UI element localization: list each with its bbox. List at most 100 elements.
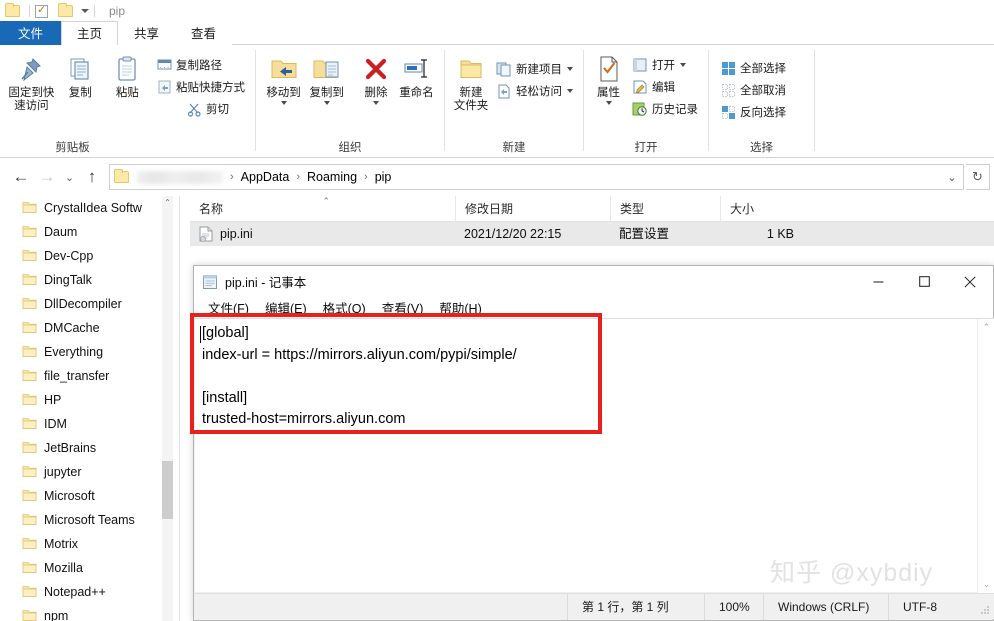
edit-button[interactable]: 编辑 — [627, 76, 702, 98]
sidebar-item[interactable]: Microsoft Teams — [0, 508, 180, 532]
notepad-menu-item[interactable]: 编辑(E) — [257, 298, 315, 317]
file-modified-cell: 2021/12/20 22:15 — [464, 227, 562, 241]
svg-text:...: ... — [159, 63, 170, 70]
properties-check-icon[interactable] — [35, 3, 51, 19]
invert-selection-button[interactable]: 反向选择 — [715, 101, 790, 123]
open-caret-icon[interactable] — [680, 63, 686, 67]
notepad-menu-item[interactable]: 查看(V) — [374, 298, 432, 317]
select-none-button[interactable]: 全部取消 — [715, 79, 790, 101]
properties-button[interactable]: 属性 — [590, 49, 627, 105]
paste-shortcut-button[interactable]: 粘贴快捷方式 — [151, 76, 249, 98]
status-line-ending: Windows (CRLF) — [763, 593, 888, 620]
scroll-up-icon[interactable]: ⌃ — [162, 196, 173, 210]
minimize-button[interactable] — [855, 266, 901, 297]
tab-view[interactable]: 查看 — [175, 21, 232, 45]
notepad-title-bar[interactable]: pip.ini - 记事本 — [194, 266, 993, 297]
open-button[interactable]: 打开 — [627, 54, 702, 76]
folder-icon — [22, 248, 37, 265]
up-arrow-icon[interactable]: ↑ — [79, 164, 105, 190]
breadcrumb-pip[interactable]: pip — [373, 170, 394, 184]
new-folder-icon — [458, 53, 484, 85]
tab-file[interactable]: 文件 — [0, 21, 62, 45]
sidebar-item[interactable]: Everything — [0, 340, 180, 364]
address-dropdown-icon[interactable]: ⌄ — [941, 171, 963, 184]
properties-caret-icon[interactable] — [605, 101, 612, 105]
column-header-name[interactable]: 名称 ⌃ — [190, 196, 455, 222]
copy-path-button[interactable]: ... 复制路径 — [151, 54, 249, 76]
customize-caret-icon[interactable] — [81, 9, 89, 13]
scroll-down-icon[interactable]: ⌄ — [978, 576, 994, 593]
move-to-button[interactable]: 移动到 — [262, 49, 305, 105]
tab-home[interactable]: 主页 — [61, 21, 119, 45]
column-header-size[interactable]: 大小 — [720, 195, 808, 222]
sidebar-item[interactable]: IDM — [0, 412, 180, 436]
recent-locations-caret-icon[interactable]: ⌄ — [60, 164, 79, 190]
paste-shortcut-label: 粘贴快捷方式 — [176, 82, 245, 94]
notepad-text-area-wrapper[interactable]: [global] index-url = https://mirrors.ali… — [195, 318, 994, 593]
sidebar-item[interactable]: JetBrains — [0, 436, 180, 460]
copy-to-icon — [312, 53, 342, 85]
breadcrumb-roaming[interactable]: Roaming — [305, 170, 359, 184]
delete-caret-icon[interactable] — [373, 101, 379, 105]
sidebar-item-label: IDM — [44, 417, 67, 431]
notepad-menu-item[interactable]: 帮助(H) — [431, 298, 489, 317]
copy-to-caret-icon[interactable] — [323, 101, 330, 105]
navigation-scrollbar-thumb[interactable] — [162, 461, 173, 519]
sidebar-item[interactable]: DMCache — [0, 316, 180, 340]
back-arrow-icon[interactable]: ← — [8, 164, 34, 190]
sidebar-item[interactable]: Motrix — [0, 532, 180, 556]
sidebar-item[interactable]: CrystalIdea Softw — [0, 196, 180, 220]
sidebar-item[interactable]: Microsoft — [0, 484, 180, 508]
sidebar-item[interactable]: file_transfer — [0, 364, 180, 388]
sidebar-item-label: JetBrains — [44, 441, 97, 455]
resize-grip-icon[interactable] — [979, 604, 991, 616]
sidebar-item[interactable]: npm — [0, 604, 180, 621]
sidebar-item[interactable]: Daum — [0, 220, 180, 244]
column-header-modified[interactable]: 修改日期 — [455, 195, 610, 222]
delete-label: 删除 — [364, 87, 388, 99]
copy-to-button[interactable]: 复制到 — [305, 49, 348, 105]
copy-button[interactable]: 复制 — [57, 49, 104, 100]
table-row[interactable]: pip.ini 2021/12/20 22:15 配置设置 1 KB — [190, 222, 994, 246]
navigation-scrollbar[interactable] — [162, 196, 173, 621]
refresh-icon[interactable]: ↻ — [966, 164, 990, 190]
new-folder-icon[interactable] — [58, 3, 74, 19]
sidebar-item[interactable]: DingTalk — [0, 268, 180, 292]
sidebar-item[interactable]: DllDecompiler — [0, 292, 180, 316]
folder-icon — [22, 584, 37, 601]
file-name-cell[interactable]: pip.ini — [190, 222, 455, 246]
easy-access-button[interactable]: 轻松访问 — [491, 80, 577, 102]
close-button[interactable] — [947, 266, 993, 297]
notepad-vertical-scrollbar[interactable]: ⌃ ⌄ — [977, 319, 994, 593]
move-to-caret-icon[interactable] — [280, 101, 287, 105]
notepad-window[interactable]: pip.ini - 记事本 文件(F) 编辑(E) 格式(O) 查看(V) 帮助(H) … — [193, 265, 994, 621]
history-button[interactable]: 历史记录 — [627, 98, 702, 120]
sidebar-item[interactable]: jupyter — [0, 460, 180, 484]
tab-share[interactable]: 共享 — [118, 21, 175, 45]
select-all-button[interactable]: 全部选择 — [715, 57, 790, 79]
rename-button[interactable]: 重命名 — [395, 49, 438, 100]
scroll-up-icon[interactable]: ⌃ — [978, 319, 994, 336]
new-item-button[interactable]: 新建项目 — [491, 58, 577, 80]
column-header-type[interactable]: 类型 — [610, 195, 720, 222]
breadcrumb-appdata[interactable]: AppData — [239, 170, 292, 184]
notepad-menu-item[interactable]: 文件(F) — [200, 298, 257, 317]
sidebar-item[interactable]: Notepad++ — [0, 580, 180, 604]
new-folder-button[interactable]: 新建 文件夹 — [451, 49, 491, 113]
maximize-button[interactable] — [901, 266, 947, 297]
redacted-breadcrumb[interactable] — [137, 170, 223, 184]
easy-access-caret-icon[interactable] — [567, 89, 573, 93]
paste-button[interactable]: 粘贴 — [104, 49, 151, 100]
sidebar-item[interactable]: HP — [0, 388, 180, 412]
sidebar-item[interactable]: Mozilla — [0, 556, 180, 580]
address-bar[interactable]: › AppData › Roaming › pip ⌄ — [109, 164, 964, 190]
cut-button[interactable]: 剪切 — [181, 98, 249, 120]
pane-divider[interactable] — [179, 196, 180, 621]
notepad-menu-item[interactable]: 格式(O) — [315, 298, 374, 317]
sidebar-item[interactable]: Dev-Cpp — [0, 244, 180, 268]
forward-arrow-icon[interactable]: → — [34, 164, 60, 190]
new-item-caret-icon[interactable] — [567, 67, 573, 71]
pin-to-quick-access-button[interactable]: 固定到快 速访问 — [6, 49, 57, 113]
delete-button[interactable]: 删除 — [357, 49, 395, 105]
notepad-text-area[interactable]: [global] index-url = https://mirrors.ali… — [197, 321, 977, 592]
